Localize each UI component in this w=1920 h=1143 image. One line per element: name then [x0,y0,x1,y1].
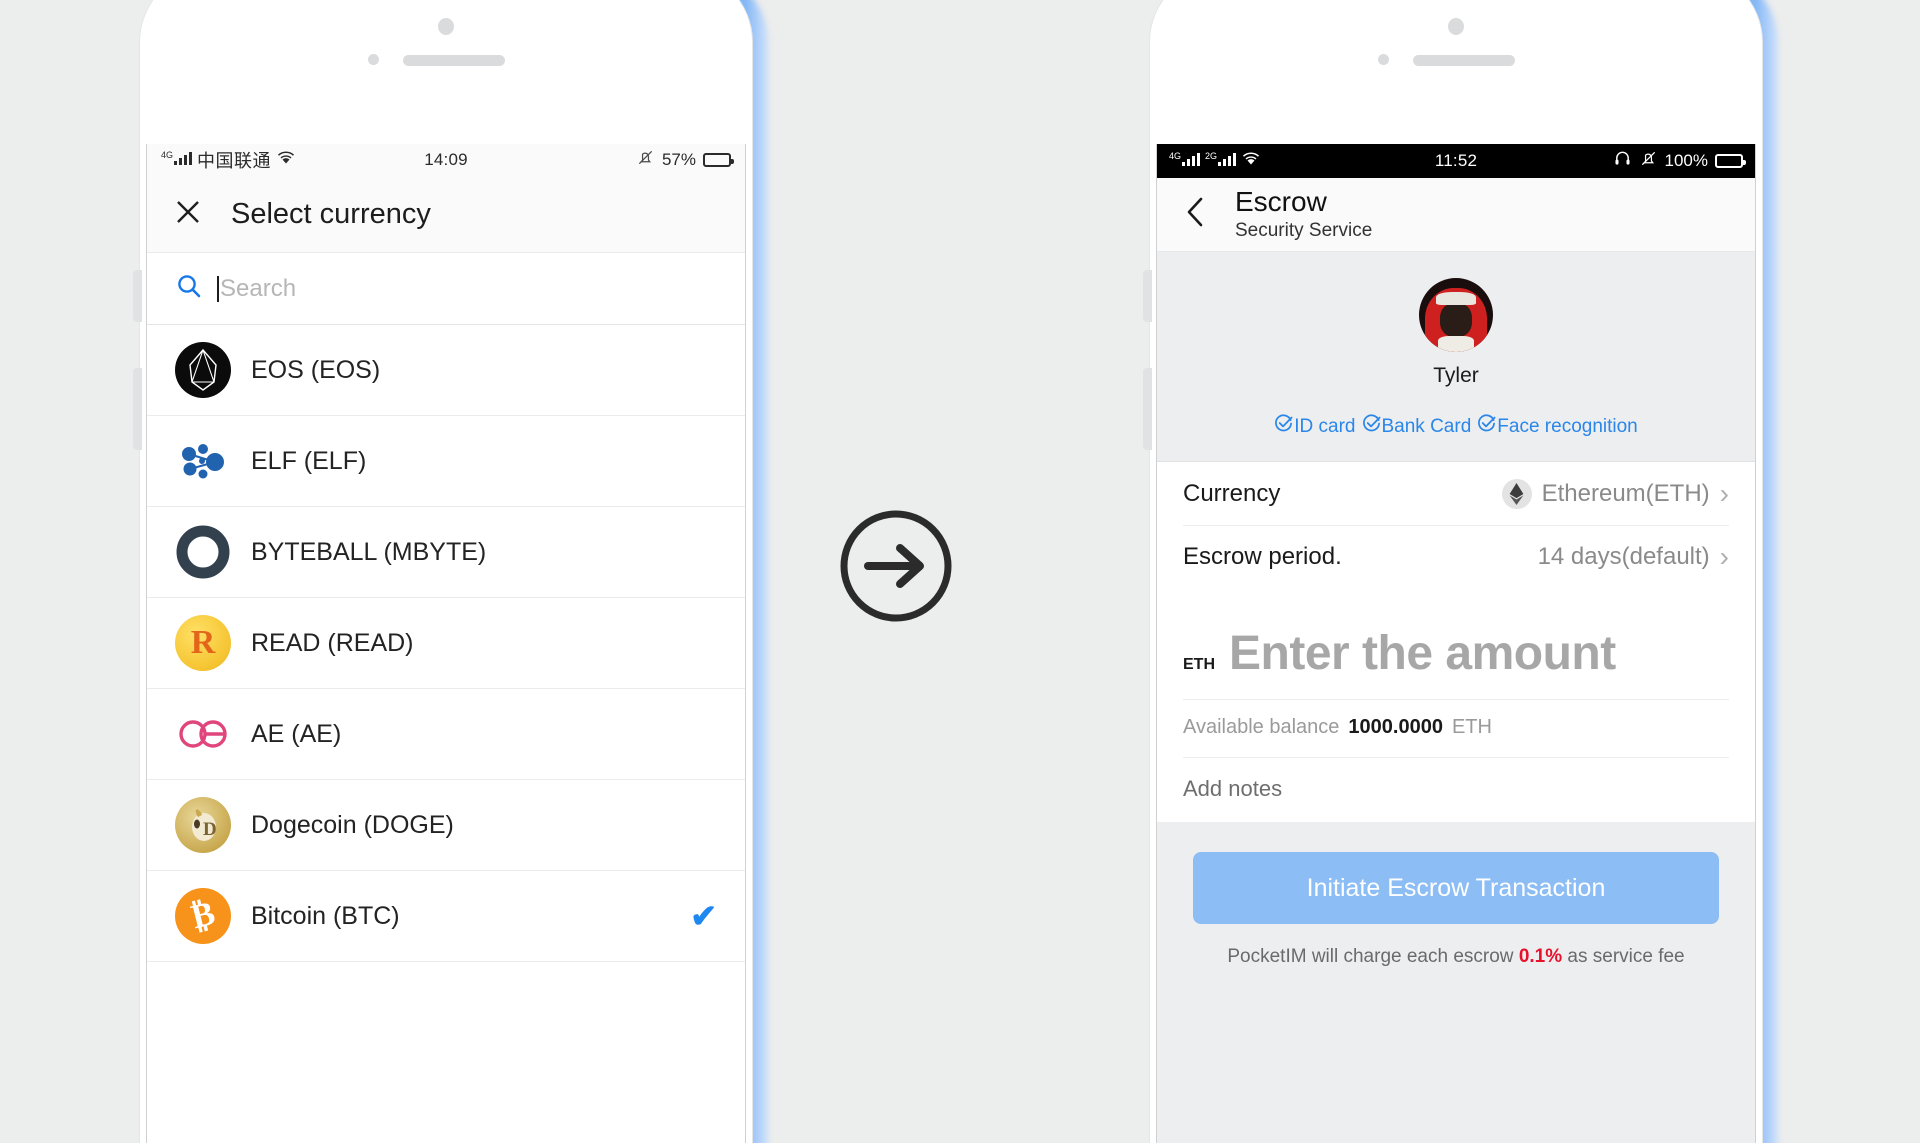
close-icon[interactable] [173,197,203,232]
cta-section: Initiate Escrow Transaction PocketIM wil… [1157,822,1755,1143]
available-balance-unit: ETH [1451,716,1492,738]
fee-note-prefix: PocketIM will charge each escrow [1227,946,1519,967]
available-balance-label: Available balance [1183,716,1340,738]
check-circle-icon [1274,414,1293,439]
ethereum-icon [1501,478,1532,509]
escrow-period-row[interactable]: Escrow period. 14 days(default) › [1183,525,1729,588]
verification-label: ID card [1294,415,1356,437]
earpiece-speaker [1413,55,1515,66]
elf-icon [175,433,231,489]
battery-percent-label: 100% [1664,151,1708,170]
byteball-icon [175,524,231,580]
search-input[interactable]: Search [220,275,296,303]
verification-label: Bank Card [1381,415,1472,437]
verification-label: Face recognition [1497,415,1638,437]
volume-up-button[interactable] [133,270,142,322]
volume-down-button[interactable] [1143,368,1152,450]
profile-panel: Tyler ID card Bank Card Face recognition [1157,252,1755,462]
page-title: Escrow [1235,185,1327,217]
initiate-escrow-button[interactable]: Initiate Escrow Transaction [1193,852,1719,924]
page-subtitle: Security Service [1235,220,1373,242]
escrow-period-value: 14 days(default) [1537,543,1710,570]
escrow-period-label: Escrow period. [1183,543,1342,570]
left-phone-screen: 4G 中国联通 14:09 57% Select currency Search… [146,144,746,1143]
notes-input[interactable]: Add notes [1183,758,1729,822]
proximity-sensor-icon [1378,54,1389,65]
app-bar: Select currency [147,176,745,253]
currency-list: EOS (EOS) ELF (ELF) BYTEBALL (MBYTE) R R… [147,325,745,962]
battery-percent-label: 57% [661,150,696,169]
bell-muted-icon [636,148,655,172]
doge-icon: D [175,797,231,853]
profile-name-label: Tyler [1433,364,1479,387]
left-phone-frame: 4G 中国联通 14:09 57% Select currency Search… [133,0,752,1143]
amount-section: ETH Enter the amount Available balance 1… [1157,612,1755,822]
battery-icon [1715,154,1746,168]
check-circle-icon [1362,414,1381,439]
ae-icon [175,706,231,762]
search-icon [175,272,203,305]
list-item-label: Bitcoin (BTC) [251,901,400,930]
list-item[interactable]: R READ (READ) [147,598,745,689]
list-item-label: Dogecoin (DOGE) [251,810,454,839]
status-badge: ID card [1274,414,1356,439]
front-camera-icon [438,18,454,35]
right-phone-screen: 4G 2G 11:52 100% Escrow Security Service… [1156,144,1756,1143]
app-bar: Escrow Security Service [1157,178,1755,252]
check-circle-icon [1477,414,1496,439]
service-fee-note: PocketIM will charge each escrow 0.1% as… [1193,946,1719,968]
amount-input[interactable]: Enter the amount [1229,626,1616,681]
selected-check-icon: ✔ [690,898,717,934]
amount-unit-label: ETH [1183,656,1215,673]
fee-note-suffix: as service fee [1562,946,1685,967]
list-item[interactable]: AE (AE) [147,689,745,780]
list-item-label: EOS (EOS) [251,355,381,384]
chevron-left-icon[interactable] [1183,195,1209,234]
fee-percent: 0.1% [1518,946,1563,967]
read-icon: R [175,615,231,671]
currency-value: Ethereum(ETH) [1541,479,1710,507]
status-badge: Face recognition [1477,414,1638,439]
svg-text:D: D [203,819,217,840]
eos-icon [175,342,231,398]
list-item[interactable]: EOS (EOS) [147,325,745,416]
status-bar: 4G 中国联通 14:09 57% [147,144,745,176]
volume-up-button[interactable] [1143,270,1152,322]
earpiece-speaker [403,55,505,66]
list-item-label: AE (AE) [251,719,342,748]
text-caret [217,275,219,302]
arrow-right-circle-icon [834,504,958,628]
list-item-label: READ (READ) [251,628,414,657]
battery-icon [703,153,734,167]
bell-muted-icon [1639,149,1658,173]
page-title: Select currency [231,197,431,230]
list-item-label: ELF (ELF) [251,446,367,475]
headphone-icon [1613,149,1632,173]
proximity-sensor-icon [368,54,379,65]
available-balance-value: 1000.0000 [1348,716,1443,738]
list-item[interactable]: ELF (ELF) [147,416,745,507]
amount-input-row[interactable]: ETH Enter the amount [1183,612,1729,700]
list-item[interactable]: ₿ Bitcoin (BTC) ✔ [147,871,745,962]
status-badge: Bank Card [1362,414,1472,439]
divider [1157,588,1755,612]
verification-badges: ID card Bank Card Face recognition [1157,414,1755,439]
chevron-right-icon: › [1719,477,1729,509]
search-bar[interactable]: Search [147,253,745,325]
currency-row[interactable]: Currency Ethereum(ETH) › [1183,462,1729,525]
volume-down-button[interactable] [133,368,142,450]
currency-label: Currency [1183,479,1281,507]
list-item-label: BYTEBALL (MBYTE) [251,537,487,566]
available-balance-row: Available balance 1000.0000 ETH [1183,700,1729,758]
avatar[interactable] [1419,278,1493,352]
status-bar: 4G 2G 11:52 100% [1157,144,1755,178]
list-item[interactable]: D Dogecoin (DOGE) [147,780,745,871]
settings-rows: Currency Ethereum(ETH) › Escrow period. … [1157,462,1755,588]
front-camera-icon [1448,18,1464,35]
list-item[interactable]: BYTEBALL (MBYTE) [147,507,745,598]
chevron-right-icon: › [1719,541,1729,572]
bitcoin-icon: ₿ [175,888,231,944]
right-phone-frame: 4G 2G 11:52 100% Escrow Security Service… [1143,0,1762,1143]
